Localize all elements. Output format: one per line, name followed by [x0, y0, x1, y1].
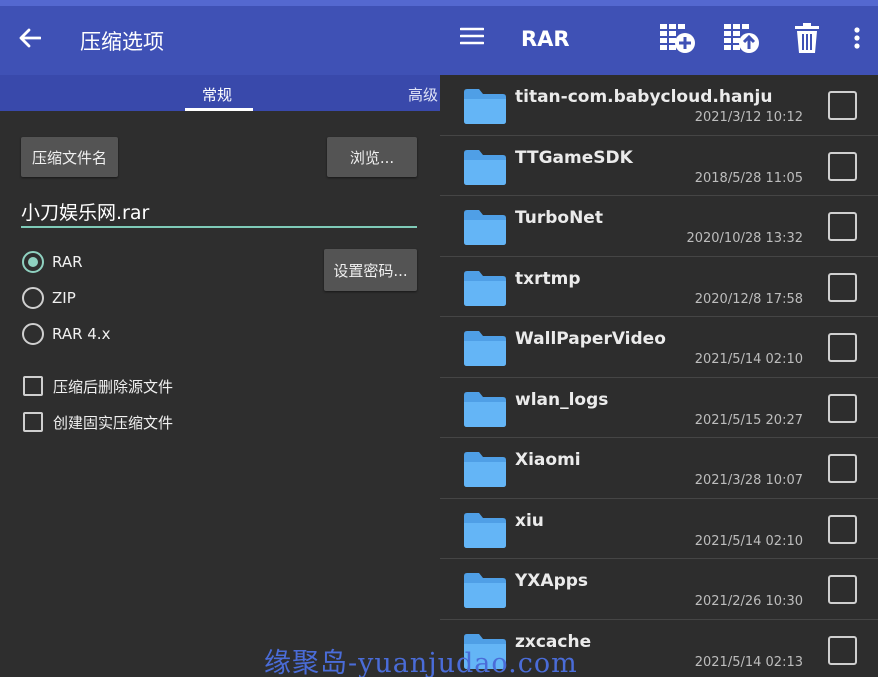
left-app-bar: 压缩选项	[0, 0, 440, 75]
file-row[interactable]: xiu 2021/5/14 02:10	[440, 499, 878, 559]
radio-rar-checked[interactable]	[22, 251, 44, 273]
file-select-checkbox[interactable]	[828, 212, 857, 241]
file-select-checkbox[interactable]	[828, 635, 857, 665]
file-select-checkbox[interactable]	[828, 454, 857, 483]
file-name: TTGameSDK	[515, 147, 633, 168]
back-arrow-icon[interactable]	[14, 22, 46, 54]
file-select-checkbox[interactable]	[828, 333, 857, 362]
file-date: 2021/2/26 10:30	[694, 594, 803, 609]
folder-icon	[462, 328, 508, 368]
file-row[interactable]: txrtmp 2020/12/8 17:58	[440, 257, 878, 317]
file-select-checkbox[interactable]	[828, 151, 857, 181]
folder-icon	[462, 570, 508, 610]
file-row[interactable]: WallPaperVideo 2021/5/14 02:10	[440, 317, 878, 378]
file-select-checkbox[interactable]	[828, 393, 857, 423]
file-date: 2021/5/14 02:10	[694, 352, 803, 367]
radio-zip[interactable]	[22, 287, 44, 309]
folder-icon	[462, 389, 508, 429]
format-option-rar4[interactable]: RAR 4.x	[22, 322, 110, 346]
format-label-rar: RAR	[52, 253, 83, 271]
file-date: 2020/12/8 17:58	[694, 291, 803, 307]
right-app-bar: RAR	[440, 0, 878, 75]
watermark-text: 缘聚岛-yuanjudao.com	[264, 648, 578, 677]
file-name: xiu	[515, 510, 544, 531]
file-select-checkbox[interactable]	[828, 272, 857, 302]
file-name: YXApps	[515, 571, 589, 591]
folder-icon	[462, 510, 508, 550]
file-select-checkbox[interactable]	[828, 575, 857, 604]
file-date: 2020/10/28 13:32	[686, 231, 803, 246]
file-name: Xiaomi	[515, 450, 581, 470]
solid-archive-label: 创建固实压缩文件	[53, 413, 174, 432]
folder-icon	[462, 207, 508, 247]
archive-name-field[interactable]: 小刀娱乐网.rar	[21, 198, 417, 228]
file-name: TurboNet	[515, 208, 603, 228]
file-row[interactable]: wlan_logs 2021/5/15 20:27	[440, 378, 878, 438]
tab-advanced[interactable]: 高级	[408, 84, 438, 105]
file-select-checkbox[interactable]	[828, 91, 857, 120]
folder-icon	[462, 147, 508, 187]
file-name: wlan_logs	[515, 389, 609, 410]
folder-icon	[462, 268, 508, 308]
file-date: 2021/5/14 02:13	[694, 654, 803, 670]
file-date: 2021/3/28 10:07	[694, 473, 803, 488]
file-name: titan-com.babycloud.hanju	[515, 87, 773, 107]
more-vert-icon[interactable]	[844, 20, 870, 56]
browse-button[interactable]: 浏览...	[327, 137, 417, 177]
delete-source-option[interactable]: 压缩后删除源文件	[23, 374, 173, 398]
file-name: WallPaperVideo	[515, 329, 666, 349]
folder-icon	[462, 86, 508, 126]
radio-rar4[interactable]	[22, 323, 44, 345]
file-list: titan-com.babycloud.hanju 2021/3/12 10:1…	[440, 75, 878, 677]
file-date: 2018/5/28 11:05	[694, 170, 803, 186]
add-archive-icon[interactable]	[658, 20, 696, 56]
file-select-checkbox[interactable]	[828, 514, 857, 544]
archive-name-button[interactable]: 压缩文件名	[21, 137, 118, 177]
file-row[interactable]: TTGameSDK 2018/5/28 11:05	[440, 136, 878, 196]
app-title: RAR	[521, 27, 570, 51]
file-date: 2021/5/15 20:27	[694, 412, 803, 428]
tab-indicator	[185, 108, 253, 111]
solid-archive-checkbox[interactable]	[23, 412, 43, 432]
format-label-rar4: RAR 4.x	[52, 325, 111, 343]
delete-source-checkbox[interactable]	[23, 376, 43, 396]
file-name: txrtmp	[515, 268, 581, 289]
page-title: 压缩选项	[80, 30, 164, 54]
file-row[interactable]: titan-com.babycloud.hanju 2021/3/12 10:1…	[440, 75, 878, 136]
file-date: 2021/3/12 10:12	[694, 110, 803, 125]
format-option-rar[interactable]: RAR	[22, 250, 83, 274]
solid-archive-option[interactable]: 创建固实压缩文件	[23, 410, 173, 434]
folder-icon	[462, 449, 508, 489]
file-row[interactable]: TurboNet 2020/10/28 13:32	[440, 196, 878, 257]
screen: 压缩选项 常规 高级 压缩文件名 浏览... 小刀娱乐网.rar RAR ZIP…	[0, 0, 878, 677]
delete-icon[interactable]	[788, 20, 826, 56]
file-date: 2021/5/14 02:10	[694, 533, 803, 549]
file-row[interactable]: YXApps 2021/2/26 10:30	[440, 559, 878, 620]
format-option-zip[interactable]: ZIP	[22, 286, 76, 310]
file-browser-pane: RAR titan-com.babycloud.hanju 2021/3/12 …	[440, 0, 878, 677]
set-password-button[interactable]: 设置密码...	[324, 249, 417, 291]
extract-icon[interactable]	[722, 20, 760, 56]
delete-source-label: 压缩后删除源文件	[53, 377, 174, 396]
compression-options-pane: 压缩选项 常规 高级 压缩文件名 浏览... 小刀娱乐网.rar RAR ZIP…	[0, 0, 440, 677]
hamburger-menu-icon[interactable]	[458, 22, 486, 50]
tab-bar: 常规 高级	[0, 75, 440, 111]
tab-general[interactable]: 常规	[202, 84, 232, 105]
format-label-zip: ZIP	[52, 289, 76, 307]
file-row[interactable]: Xiaomi 2021/3/28 10:07	[440, 438, 878, 499]
